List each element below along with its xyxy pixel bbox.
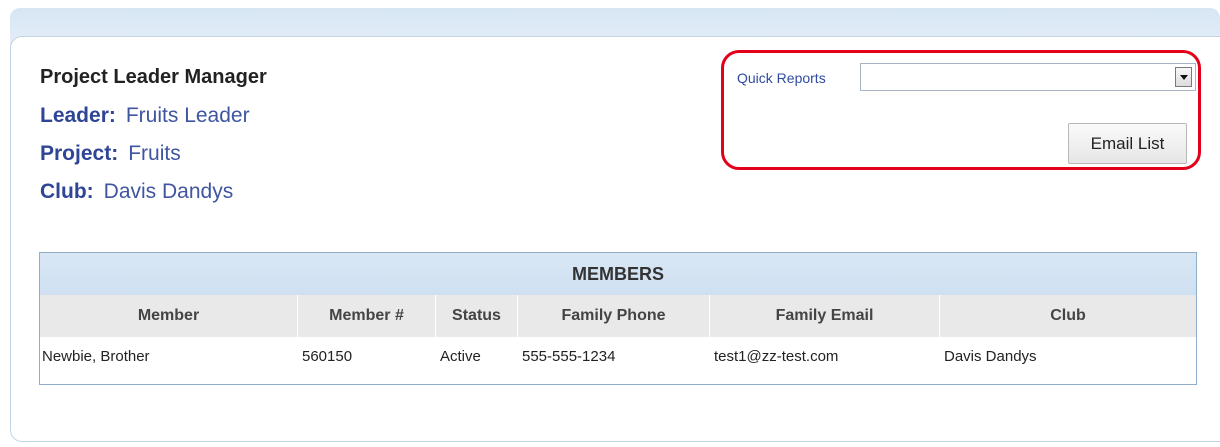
leader-value: Fruits Leader	[125, 104, 250, 127]
cell-member: Newbie, Brother	[42, 348, 150, 365]
members-table: MEMBERS Member Member # Status Family Ph…	[39, 252, 1197, 385]
cell-status: Active	[440, 348, 481, 365]
column-header-status[interactable]: Status	[436, 295, 518, 337]
page-title: Project Leader Manager	[40, 66, 267, 88]
cell-family-email: test1@zz-test.com	[714, 348, 839, 365]
leader-line: Leader: Fruits Leader	[40, 104, 250, 128]
column-header-member[interactable]: Member	[40, 295, 298, 337]
chevron-down-icon[interactable]	[1175, 67, 1192, 87]
email-list-button[interactable]: Email List	[1068, 123, 1187, 164]
column-header-family-phone[interactable]: Family Phone	[518, 295, 710, 337]
members-caption: MEMBERS	[40, 253, 1196, 296]
quick-reports-label: Quick Reports	[737, 70, 826, 86]
leader-label: Leader:	[40, 104, 116, 127]
club-line: Club: Davis Dandys	[40, 180, 233, 204]
page: Project Leader Manager Leader: Fruits Lea…	[0, 0, 1220, 447]
club-value: Davis Dandys	[103, 180, 234, 203]
cell-club: Davis Dandys	[944, 348, 1037, 365]
project-value: Fruits	[128, 142, 181, 165]
cell-member-number: 560150	[302, 348, 353, 365]
cell-family-phone: 555-555-1234	[522, 348, 616, 365]
project-label: Project:	[40, 142, 119, 165]
club-label: Club:	[40, 180, 94, 203]
quick-reports-select[interactable]	[860, 63, 1196, 91]
project-line: Project: Fruits	[40, 142, 181, 166]
table-row[interactable]: Newbie, Brother 560150 Active 555-555-12…	[40, 337, 1196, 377]
table-header-row: Member Member # Status Family Phone Fami…	[40, 295, 1196, 337]
column-header-member-number[interactable]: Member #	[298, 295, 436, 337]
column-header-club[interactable]: Club	[940, 295, 1196, 337]
column-header-family-email[interactable]: Family Email	[710, 295, 940, 337]
